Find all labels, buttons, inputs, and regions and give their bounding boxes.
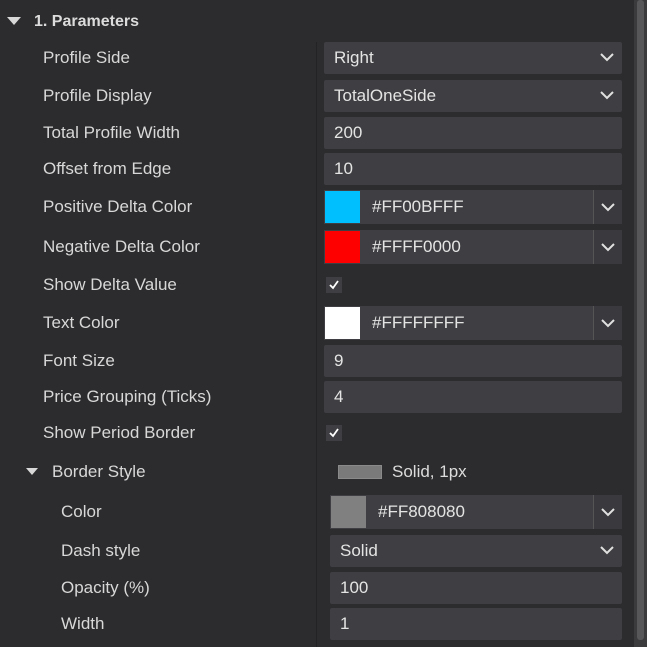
row-font-size: Font Size 9 — [0, 344, 634, 378]
chevron-down-icon — [601, 243, 615, 252]
border-color-label: Color — [61, 502, 102, 521]
width-label: Width — [61, 614, 105, 633]
color-dropdown-button[interactable] — [593, 495, 622, 529]
total-profile-width-value: 200 — [334, 123, 363, 142]
offset-from-edge-label: Offset from Edge — [43, 159, 172, 178]
properties-panel: 1. Parameters Profile Side Right Profile… — [0, 0, 634, 647]
price-grouping-input[interactable]: 4 — [324, 381, 622, 413]
row-show-period-border: Show Period Border — [0, 416, 634, 450]
total-profile-width-input[interactable]: 200 — [324, 117, 622, 149]
font-size-label: Font Size — [43, 351, 115, 370]
negative-delta-color-value[interactable]: #FFFF0000 — [372, 230, 461, 264]
border-color-value[interactable]: #FF808080 — [378, 495, 465, 529]
positive-delta-color-value[interactable]: #FF00BFFF — [372, 190, 464, 224]
total-profile-width-label: Total Profile Width — [43, 123, 180, 142]
chevron-down-icon — [601, 203, 615, 212]
font-size-input[interactable]: 9 — [324, 345, 622, 377]
checkmark-icon — [329, 428, 339, 438]
row-border-color: Color #FF808080 — [0, 495, 634, 529]
scrollbar-thumb[interactable] — [637, 0, 644, 640]
color-dropdown-button[interactable] — [593, 230, 622, 264]
chevron-down-icon — [600, 546, 614, 555]
row-text-color: Text Color #FFFFFFFF — [0, 306, 634, 340]
show-period-border-checkbox[interactable] — [326, 425, 342, 441]
color-swatch[interactable] — [325, 231, 360, 263]
profile-side-label: Profile Side — [43, 48, 130, 67]
opacity-value: 100 — [340, 578, 369, 597]
chevron-down-icon — [601, 319, 615, 328]
checkmark-icon — [329, 280, 339, 290]
font-size-value: 9 — [334, 351, 344, 370]
show-period-border-label: Show Period Border — [43, 423, 196, 442]
offset-from-edge-value: 10 — [334, 159, 353, 178]
row-border-style[interactable]: Border Style Solid, 1px — [0, 455, 634, 489]
row-opacity: Opacity (%) 100 — [0, 571, 634, 605]
positive-delta-color-label: Positive Delta Color — [43, 197, 193, 216]
price-grouping-value: 4 — [334, 387, 344, 406]
dash-style-value: Solid — [340, 541, 378, 560]
profile-display-select[interactable]: TotalOneSide — [324, 80, 622, 112]
chevron-down-icon — [601, 508, 615, 517]
offset-from-edge-input[interactable]: 10 — [324, 153, 622, 185]
negative-delta-color-picker[interactable]: #FFFF0000 — [324, 230, 622, 264]
vertical-scrollbar[interactable] — [634, 0, 647, 647]
profile-side-value: Right — [334, 48, 374, 67]
color-swatch[interactable] — [325, 191, 360, 223]
chevron-down-icon — [600, 53, 614, 62]
border-style-label: Border Style — [52, 462, 146, 481]
row-profile-display: Profile Display TotalOneSide — [0, 79, 634, 113]
expand-triangle-icon[interactable] — [7, 17, 21, 25]
row-profile-side: Profile Side Right — [0, 41, 634, 75]
negative-delta-color-label: Negative Delta Color — [43, 237, 200, 256]
price-grouping-label: Price Grouping (Ticks) — [43, 387, 212, 406]
expand-triangle-icon[interactable] — [26, 468, 38, 475]
dash-style-select[interactable]: Solid — [330, 535, 622, 567]
opacity-input[interactable]: 100 — [330, 572, 622, 604]
positive-delta-color-picker[interactable]: #FF00BFFF — [324, 190, 622, 224]
dash-style-label: Dash style — [61, 541, 141, 560]
row-positive-delta-color: Positive Delta Color #FF00BFFF — [0, 190, 634, 224]
row-show-delta-value: Show Delta Value — [0, 268, 634, 302]
row-price-grouping: Price Grouping (Ticks) 4 — [0, 380, 634, 414]
profile-display-value: TotalOneSide — [334, 86, 437, 105]
border-color-picker[interactable]: #FF808080 — [330, 495, 622, 529]
row-offset-from-edge: Offset from Edge 10 — [0, 152, 634, 186]
color-dropdown-button[interactable] — [593, 306, 622, 340]
text-color-label: Text Color — [43, 313, 120, 332]
row-negative-delta-color: Negative Delta Color #FFFF0000 — [0, 230, 634, 264]
section-title: 1. Parameters — [34, 13, 139, 30]
row-total-profile-width: Total Profile Width 200 — [0, 116, 634, 150]
profile-side-select[interactable]: Right — [324, 42, 622, 74]
row-width: Width 1 — [0, 607, 634, 641]
text-color-value[interactable]: #FFFFFFFF — [372, 306, 465, 340]
text-color-picker[interactable]: #FFFFFFFF — [324, 306, 622, 340]
show-delta-value-checkbox[interactable] — [326, 277, 342, 293]
color-dropdown-button[interactable] — [593, 190, 622, 224]
row-dash-style: Dash style Solid — [0, 534, 634, 568]
color-swatch[interactable] — [331, 496, 366, 528]
opacity-label: Opacity (%) — [61, 578, 150, 597]
width-value: 1 — [340, 614, 350, 633]
border-style-preview — [338, 465, 382, 479]
profile-display-label: Profile Display — [43, 86, 152, 105]
color-swatch[interactable] — [325, 307, 360, 339]
show-delta-value-label: Show Delta Value — [43, 275, 177, 294]
section-parameters-header[interactable]: 1. Parameters — [0, 6, 634, 38]
chevron-down-icon — [600, 91, 614, 100]
width-input[interactable]: 1 — [330, 608, 622, 640]
border-style-summary: Solid, 1px — [392, 462, 467, 481]
